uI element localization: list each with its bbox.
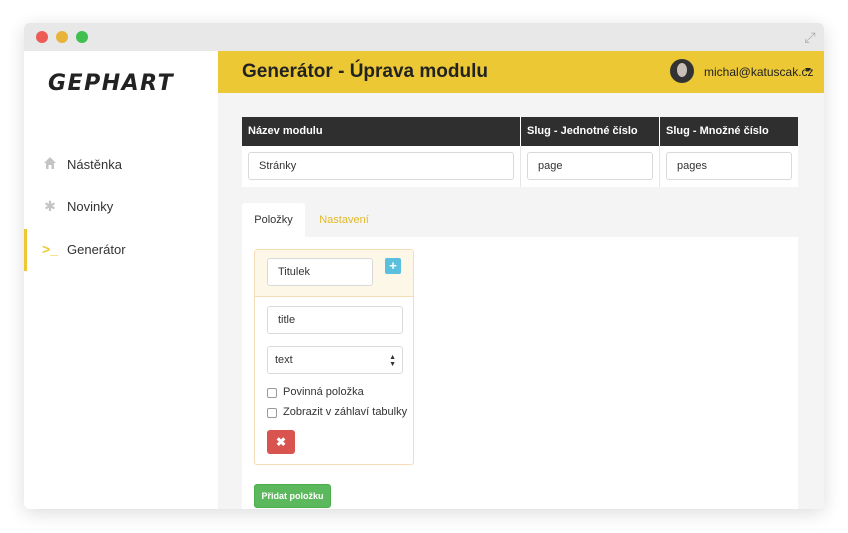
module-table: Název modulu Slug - Jednotné číslo Slug … [242,117,798,187]
items-panel: Titulek + title text ▲ ▼ Povinná položka … [242,237,798,509]
column-header-name: Název modulu [242,117,520,146]
item-type-value: text [275,354,293,366]
show-in-header-checkbox[interactable] [267,408,277,418]
asterisk-icon: ✱ [44,198,56,214]
show-in-header-label: Zobrazit v záhlaví tabulky [283,406,408,418]
add-item-button[interactable]: Přidat položku [254,484,331,508]
close-window-button[interactable] [36,31,48,43]
select-arrows-icon: ▲ ▼ [389,354,396,368]
sidebar-item-novinky[interactable]: ✱ Novinky [24,186,218,228]
item-title-input[interactable]: Titulek [267,258,373,286]
sidebar-item-label: Nástěnka [67,157,122,172]
sidebar-item-generator[interactable]: >_ Generátor [24,229,221,271]
terminal-icon: >_ [42,241,58,257]
minimize-window-button[interactable] [56,31,68,43]
user-menu[interactable]: michal@katuscak.cz [704,65,814,79]
sidebar-item-nastenka[interactable]: Nástěnka [24,144,218,186]
item-card-header: Titulek + [255,250,413,297]
slug-singular-input[interactable]: page [527,152,653,180]
browser-window: ⤢ GEPHART Nástěnka ✱ Novinky >_ Generáto… [24,23,824,509]
sidebar-item-label: Novinky [67,199,114,214]
tab-polozky[interactable]: Položky [242,203,305,237]
close-icon: ✖ [275,435,287,449]
delete-item-button[interactable]: ✖ [267,430,295,454]
item-card: Titulek + title text ▲ ▼ Povinná položka … [254,249,414,465]
main-content: Název modulu Slug - Jednotné číslo Slug … [218,93,824,509]
sidebar: GEPHART Nástěnka ✱ Novinky >_ Generátor [24,51,219,509]
table-cell: page [521,146,660,187]
page-header: Generátor - Úprava modulu michal@katusca… [218,51,824,93]
column-header-slug-plural: Slug - Množné číslo [660,117,798,146]
table-cell: Stránky [242,146,521,187]
required-checkbox[interactable] [267,388,277,398]
tab-nastaveni[interactable]: Nastavení [312,203,376,237]
page-title: Generátor - Úprava modulu [242,61,488,82]
avatar[interactable] [670,59,694,83]
sidebar-item-label: Generátor [67,242,126,257]
item-type-select[interactable]: text ▲ ▼ [267,346,403,374]
maximize-window-button[interactable] [76,31,88,43]
home-icon [42,156,58,172]
slug-plural-input[interactable]: pages [666,152,792,180]
chevron-down-icon[interactable] [805,68,811,72]
table-cell: pages [660,146,798,187]
fullscreen-icon[interactable]: ⤢ [802,29,818,45]
module-name-input[interactable]: Stránky [248,152,514,180]
required-label: Povinná položka [283,386,364,398]
window-titlebar: ⤢ [24,23,824,51]
item-slug-input[interactable]: title [267,306,403,334]
column-header-slug-singular: Slug - Jednotné číslo [521,117,659,146]
plus-icon[interactable]: + [385,258,401,274]
app-logo[interactable]: GEPHART [48,71,174,96]
